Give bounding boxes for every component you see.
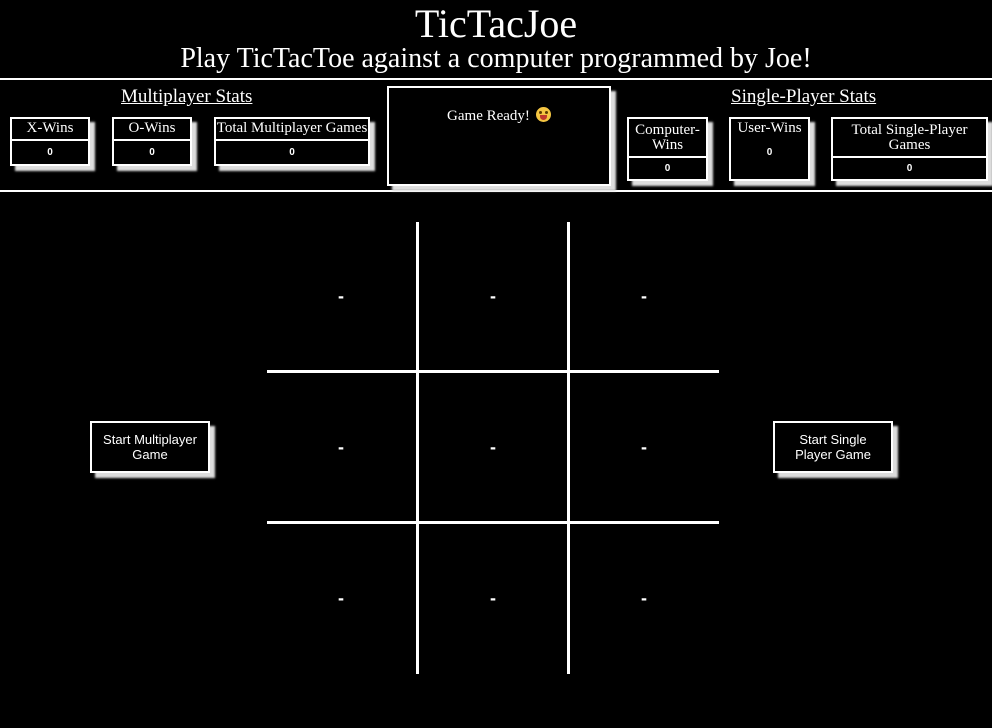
start-single-player-game-button[interactable]: Start Single Player Game (773, 421, 893, 473)
board-cell-3[interactable]: - (570, 222, 718, 370)
board-cell-9[interactable]: - (570, 524, 718, 672)
stat-label: Total Multiplayer Games (216, 119, 368, 141)
x-wins-stat: X-Wins 0 (10, 117, 90, 166)
game-status-text: Game Ready! (447, 108, 530, 124)
app-subtitle: Play TicTacToe against a computer progra… (180, 43, 812, 74)
user-wins-stat: User-Wins 0 (729, 117, 810, 181)
board-cell-2[interactable]: - (419, 222, 567, 370)
game-status-box: Game Ready! (387, 86, 611, 186)
board-cell-6[interactable]: - (570, 373, 718, 521)
stat-value: 0 (664, 163, 671, 174)
board-cell-7[interactable]: - (267, 524, 415, 672)
multiplayer-stats-heading: Multiplayer Stats (121, 86, 253, 107)
stat-value: 0 (47, 147, 53, 158)
stat-value: 0 (906, 163, 913, 174)
stat-label: User-Wins (737, 120, 802, 136)
total-single-player-games-stat: Total Single-Player Games 0 (831, 117, 988, 181)
grinning-face-with-tongue-icon (535, 107, 551, 122)
single-player-stats-heading: Single-Player Stats (731, 86, 877, 107)
total-multiplayer-games-stat: Total Multiplayer Games 0 (214, 117, 370, 166)
app-title: TicTacJoe (414, 1, 578, 46)
stat-label: Computer-Wins (629, 119, 706, 158)
computer-wins-stat: Computer-Wins 0 (627, 117, 708, 181)
stat-value: 0 (149, 147, 155, 158)
board-cell-8[interactable]: - (419, 524, 567, 672)
start-multiplayer-game-button[interactable]: Start Multiplayer Game (90, 421, 210, 473)
stat-label: Total Single-Player Games (833, 119, 986, 158)
stat-value: 0 (766, 147, 773, 158)
stat-value: 0 (289, 147, 295, 158)
board-cell-4[interactable]: - (267, 373, 415, 521)
board-cell-5[interactable]: - (419, 373, 567, 521)
o-wins-stat: O-Wins 0 (112, 117, 192, 166)
board-cell-1[interactable]: - (267, 222, 415, 370)
stat-label: X-Wins (12, 119, 88, 141)
stat-label: O-Wins (114, 119, 190, 141)
bottom-divider (0, 190, 992, 192)
top-divider (0, 78, 992, 80)
